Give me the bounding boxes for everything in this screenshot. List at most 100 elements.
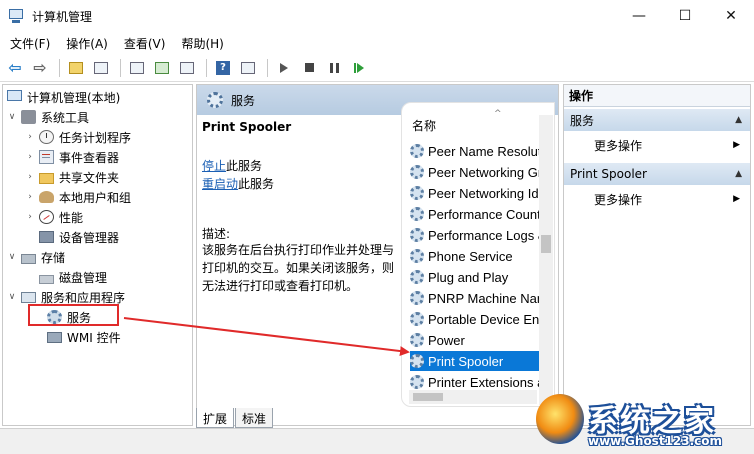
- toolbar-separator: [120, 58, 121, 77]
- collapsed-chevron-icon[interactable]: ›: [25, 212, 35, 222]
- tree-item-task-scheduler[interactable]: › 任务计划程序: [25, 127, 131, 147]
- service-row[interactable]: Power: [410, 330, 542, 350]
- forward-arrow-icon: ⇨: [33, 58, 47, 77]
- pause-service-button[interactable]: [323, 57, 345, 79]
- service-row[interactable]: Peer Networking Grouping: [410, 162, 542, 182]
- tree-item-wmi[interactable]: WMI 控件: [47, 327, 121, 347]
- properties-icon: [130, 61, 144, 74]
- service-name: Power: [428, 332, 465, 348]
- tree-item-storage[interactable]: ∨ 存储: [7, 247, 65, 267]
- collapsed-chevron-icon[interactable]: ›: [25, 152, 35, 162]
- scrollbar-thumb[interactable]: [541, 235, 551, 253]
- tree-item-label: 本地用户和组: [59, 190, 132, 205]
- expanded-chevron-icon[interactable]: ∨: [7, 252, 17, 262]
- tree-item-event-viewer[interactable]: › 事件查看器: [25, 147, 119, 167]
- more-actions-label: 更多操作: [594, 138, 643, 153]
- help-button[interactable]: ?: [212, 57, 234, 79]
- collapse-caret-icon[interactable]: ▲: [735, 115, 742, 125]
- tab-standard[interactable]: 标准: [235, 408, 274, 428]
- more-actions-item[interactable]: 更多操作 ▶: [594, 135, 744, 155]
- service-row[interactable]: PNRP Machine Name Publication Service: [410, 288, 542, 308]
- column-header-name[interactable]: 名称: [412, 117, 436, 134]
- stop-service-suffix: 此服务: [226, 159, 263, 173]
- tree-item-system-tools[interactable]: ∨ 系统工具: [7, 107, 89, 127]
- menu-file[interactable]: 文件(F): [4, 35, 56, 52]
- close-button[interactable]: ✕: [708, 0, 754, 32]
- vertical-scrollbar[interactable]: [539, 115, 553, 405]
- toolbar-separator: [267, 58, 268, 77]
- scrollbar-thumb[interactable]: [413, 393, 443, 401]
- service-name: Portable Device Enumerator Service: [428, 311, 542, 327]
- collapsed-chevron-icon[interactable]: ›: [25, 192, 35, 202]
- service-gear-icon: [410, 354, 424, 368]
- export-list-button[interactable]: [176, 57, 198, 79]
- service-gear-icon: [410, 249, 424, 263]
- maximize-button[interactable]: ☐: [662, 0, 708, 32]
- gear-icon: [207, 92, 223, 108]
- tree-item-local-users[interactable]: › 本地用户和组: [25, 187, 131, 207]
- properties-button[interactable]: [126, 57, 148, 79]
- stop-service-link[interactable]: 停止: [202, 159, 226, 173]
- service-row[interactable]: Peer Networking Identity Manager: [410, 183, 542, 203]
- tree-item-disk-management[interactable]: 磁盘管理: [39, 267, 107, 287]
- service-row[interactable]: Portable Device Enumerator Service: [410, 309, 542, 329]
- tree-item-root[interactable]: 计算机管理(本地): [7, 87, 120, 107]
- actions-section-services[interactable]: 服务 ▲: [564, 109, 750, 131]
- stop-service-button[interactable]: [298, 57, 320, 79]
- up-folder-button[interactable]: [65, 57, 87, 79]
- expanded-chevron-icon[interactable]: ∨: [7, 112, 17, 122]
- more-actions-item[interactable]: 更多操作 ▶: [594, 189, 744, 209]
- tree-item-shared-folders[interactable]: › 共享文件夹: [25, 167, 119, 187]
- service-row[interactable]: Performance Counter DLL Host: [410, 204, 542, 224]
- restart-service-button[interactable]: [348, 57, 370, 79]
- restart-service-link[interactable]: 重启动: [202, 177, 238, 191]
- menu-help[interactable]: 帮助(H): [175, 35, 229, 52]
- service-name: Peer Networking Grouping: [428, 164, 542, 180]
- collapsed-chevron-icon[interactable]: ›: [25, 172, 35, 182]
- title-bar: 计算机管理 — ☐ ✕: [0, 0, 754, 32]
- help-icon: ?: [216, 60, 230, 75]
- tree-item-label: 设备管理器: [59, 230, 120, 245]
- start-service-button[interactable]: [273, 57, 295, 79]
- pause-icon: [329, 62, 339, 73]
- tree-item-label: 系统工具: [41, 110, 90, 125]
- watermark-url: www.Ghost123.com: [588, 434, 723, 448]
- service-gear-icon: [410, 186, 424, 200]
- restart-service-row: 重启动此服务: [202, 175, 274, 192]
- tree-item-device-manager[interactable]: 设备管理器: [39, 227, 119, 247]
- clock-icon: [39, 130, 54, 144]
- service-row[interactable]: Printer Extensions and Notifications: [410, 372, 542, 392]
- services-highlight-box: [28, 304, 119, 326]
- service-row[interactable]: Peer Name Resolution Protocol: [410, 141, 542, 161]
- service-row[interactable]: Phone Service: [410, 246, 542, 266]
- collapsed-chevron-icon[interactable]: ›: [25, 132, 35, 142]
- service-row[interactable]: Plug and Play: [410, 267, 542, 287]
- computer-management-icon: [8, 8, 24, 24]
- show-hide-tree-button[interactable]: [90, 57, 112, 79]
- service-row[interactable]: Print Spooler: [410, 351, 542, 371]
- more-actions-label: 更多操作: [594, 192, 643, 207]
- service-row[interactable]: Performance Logs & Alerts: [410, 225, 542, 245]
- expanded-chevron-icon[interactable]: ∨: [7, 292, 17, 302]
- submenu-arrow-icon: ▶: [733, 194, 740, 204]
- back-button[interactable]: ⇦: [4, 57, 26, 79]
- up-folder-icon: [69, 61, 83, 74]
- minimize-button[interactable]: —: [616, 0, 662, 32]
- actions-section-print-spooler[interactable]: Print Spooler ▲: [564, 163, 750, 185]
- menu-view[interactable]: 查看(V): [118, 35, 172, 52]
- refresh-button[interactable]: [151, 57, 173, 79]
- action-pane-button[interactable]: [237, 57, 259, 79]
- tree-item-performance[interactable]: › 性能: [25, 207, 83, 227]
- collapse-caret-icon[interactable]: ▲: [735, 169, 742, 179]
- service-gear-icon: [410, 144, 424, 158]
- menu-action[interactable]: 操作(A): [60, 35, 114, 52]
- service-name: Printer Extensions and Notifications: [428, 374, 542, 390]
- horizontal-scrollbar[interactable]: [409, 390, 537, 404]
- tab-extended[interactable]: 扩展: [196, 408, 235, 428]
- stop-icon: [304, 63, 314, 72]
- tree-item-label: 共享文件夹: [59, 170, 120, 185]
- site-watermark: 系统之家 www.Ghost123.com: [536, 394, 754, 454]
- tree-item-label: 任务计划程序: [59, 130, 132, 145]
- users-icon: [39, 191, 54, 203]
- forward-button[interactable]: ⇨: [29, 57, 51, 79]
